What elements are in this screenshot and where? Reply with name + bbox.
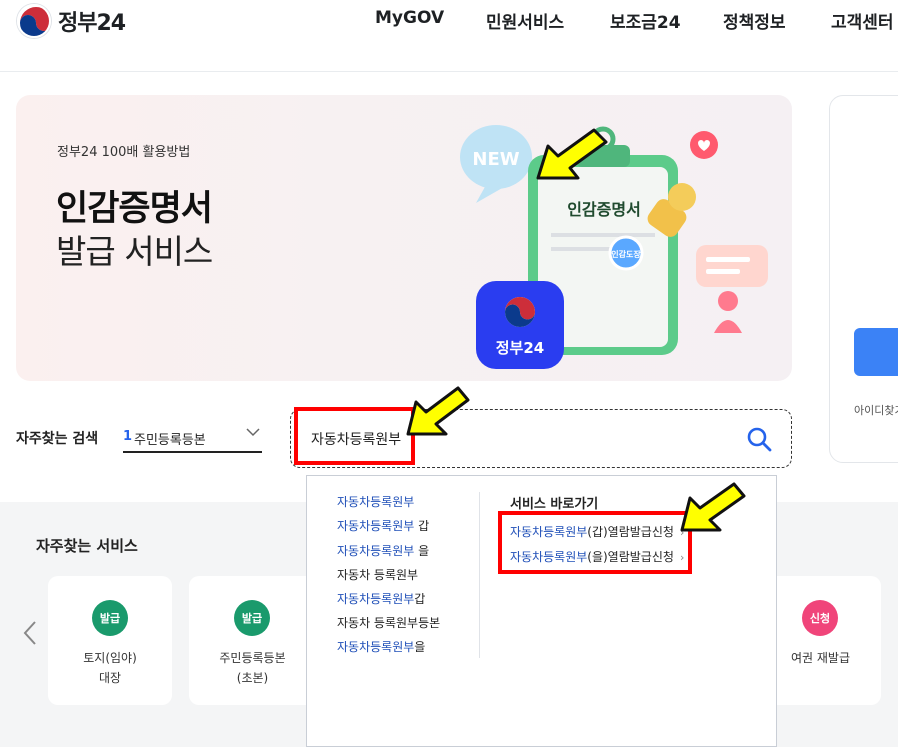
chevron-down-icon bbox=[245, 424, 261, 444]
service-name: 토지(임야) 대장 bbox=[83, 651, 137, 685]
certificate-illustration: NEW 인감증명서 인감도장 정부24 bbox=[460, 125, 768, 369]
nav-customer-center[interactable]: 고객센터 bbox=[831, 8, 894, 33]
popular-rank: 1 bbox=[123, 429, 133, 444]
pointer-arrow-icon bbox=[406, 386, 470, 436]
stamp-text: 인감도장 bbox=[611, 249, 641, 259]
issue-badge: 발급 bbox=[92, 600, 128, 636]
popular-search-select[interactable]: 1 주민등록등본 bbox=[123, 421, 262, 453]
new-badge-text: NEW bbox=[472, 149, 519, 170]
service-card-passport-reissue[interactable]: 신청 여권 재발급 bbox=[760, 576, 881, 705]
suggestion-item[interactable]: 자동차등록원부을 bbox=[337, 638, 425, 655]
service-name: 여권 재발급 bbox=[790, 651, 850, 665]
dropdown-divider bbox=[479, 492, 480, 658]
doc-title-text: 인감증명서 bbox=[567, 200, 641, 219]
suggestion-item[interactable]: 자동차등록원부갑 bbox=[337, 590, 425, 607]
service-name: 주민등록등본 (초본) bbox=[219, 651, 286, 685]
hero-title: 인감증명서 bbox=[56, 189, 213, 229]
shortcut-title: 서비스 바로가기 bbox=[510, 497, 599, 512]
shortcut-highlight-box bbox=[498, 511, 692, 574]
pointer-arrow-icon bbox=[680, 482, 746, 532]
hero-subtitle: 발급 서비스 bbox=[56, 232, 213, 271]
suggestion-item[interactable]: 자동차 등록원부등본 bbox=[337, 614, 440, 631]
apply-badge: 신청 bbox=[802, 600, 838, 636]
suggestion-item[interactable]: 자동차등록원부 bbox=[337, 493, 414, 510]
suggestion-item[interactable]: 자동차 등록원부 bbox=[337, 566, 418, 583]
app-label-text: 정부24 bbox=[496, 339, 544, 357]
hero-banner[interactable]: 정부24 100배 활용방법 인감증명서 발급 서비스 NEW 인감증명서 인감… bbox=[16, 95, 792, 381]
suggestion-item[interactable]: 자동차등록원부 을 bbox=[337, 542, 429, 559]
taegeuk-logo-icon bbox=[17, 4, 51, 38]
hero-kicker: 정부24 100배 활용방법 bbox=[57, 145, 191, 160]
popular-term: 주민등록등본 bbox=[134, 433, 206, 448]
login-card: 아이디찾기 bbox=[829, 95, 898, 463]
logo-text: 정부24 bbox=[58, 11, 126, 36]
carousel-prev-icon[interactable] bbox=[22, 620, 38, 653]
service-card-resident-register[interactable]: 발급 주민등록등본 (초본) bbox=[189, 576, 316, 705]
site-logo[interactable]: 정부24 bbox=[17, 4, 126, 38]
issue-badge: 발급 bbox=[234, 600, 270, 636]
nav-subsidy24[interactable]: 보조금24 bbox=[610, 8, 681, 33]
suggestion-item[interactable]: 자동차등록원부 갑 bbox=[337, 517, 429, 534]
login-button[interactable] bbox=[854, 328, 898, 376]
nav-civil-services[interactable]: 민원서비스 bbox=[486, 8, 564, 33]
pointer-arrow-icon bbox=[536, 128, 608, 180]
new-bubble-icon: NEW bbox=[460, 125, 532, 203]
site-header: 정부24 MyGOV 민원서비스 보조금24 정책정보 고객센터 bbox=[0, 0, 898, 72]
find-id-link[interactable]: 아이디찾기 bbox=[854, 402, 898, 418]
nav-policy-info[interactable]: 정책정보 bbox=[723, 8, 786, 33]
frequent-services-title: 자주찾는 서비스 bbox=[36, 537, 138, 555]
popular-search-label: 자주찾는 검색 bbox=[16, 431, 99, 447]
nav-mygov[interactable]: MyGOV bbox=[375, 8, 444, 28]
service-card-land-register[interactable]: 발급 토지(임야) 대장 bbox=[48, 576, 172, 705]
search-icon[interactable] bbox=[746, 426, 772, 452]
search-highlight-box bbox=[294, 407, 415, 465]
